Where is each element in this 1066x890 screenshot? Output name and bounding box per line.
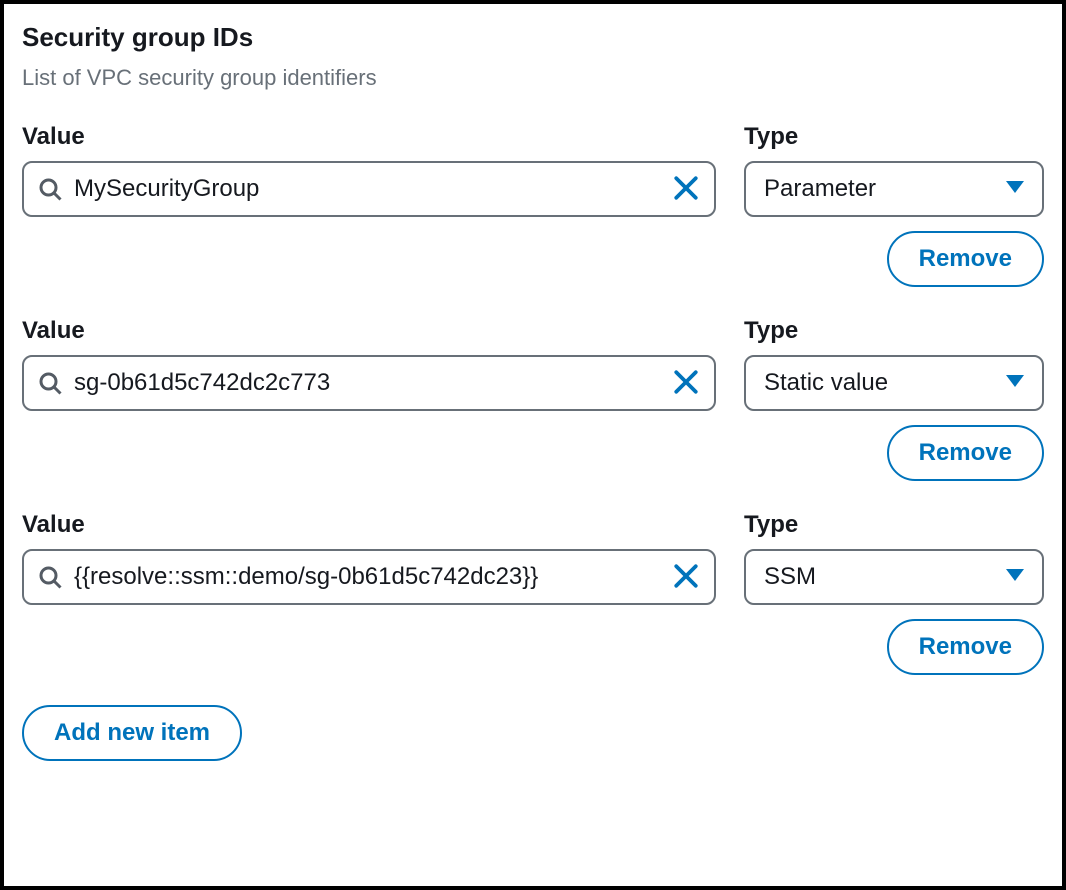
type-select-value: Parameter [764, 175, 876, 203]
caret-down-icon [1006, 180, 1024, 198]
value-label: Value [22, 317, 716, 345]
type-select[interactable]: SSM [744, 549, 1044, 605]
caret-down-icon [1006, 374, 1024, 392]
item-row: Value Type Static value [22, 317, 1044, 411]
type-select-value: SSM [764, 563, 816, 591]
value-label: Value [22, 511, 716, 539]
search-icon [38, 371, 62, 395]
type-label: Type [744, 123, 1044, 151]
item-row: Value Type Parameter [22, 123, 1044, 217]
value-input-wrapper [22, 549, 716, 605]
value-input[interactable] [62, 369, 664, 397]
type-select-value: Static value [764, 369, 888, 397]
clear-button[interactable] [664, 361, 708, 405]
type-select[interactable]: Static value [744, 355, 1044, 411]
section-title: Security group IDs [22, 22, 1044, 53]
section-description: List of VPC security group identifiers [22, 65, 1044, 91]
value-input-wrapper [22, 161, 716, 217]
item-row: Value Type SSM [22, 511, 1044, 605]
remove-button[interactable]: Remove [887, 425, 1044, 481]
remove-button[interactable]: Remove [887, 619, 1044, 675]
value-input[interactable] [62, 563, 664, 591]
remove-button[interactable]: Remove [887, 231, 1044, 287]
clear-button[interactable] [664, 167, 708, 211]
value-input-wrapper [22, 355, 716, 411]
type-label: Type [744, 317, 1044, 345]
value-input[interactable] [62, 175, 664, 203]
close-icon [673, 369, 699, 398]
caret-down-icon [1006, 568, 1024, 586]
value-label: Value [22, 123, 716, 151]
close-icon [673, 563, 699, 592]
add-new-item-button[interactable]: Add new item [22, 705, 242, 761]
search-icon [38, 177, 62, 201]
type-select[interactable]: Parameter [744, 161, 1044, 217]
search-icon [38, 565, 62, 589]
type-label: Type [744, 511, 1044, 539]
close-icon [673, 175, 699, 204]
clear-button[interactable] [664, 555, 708, 599]
